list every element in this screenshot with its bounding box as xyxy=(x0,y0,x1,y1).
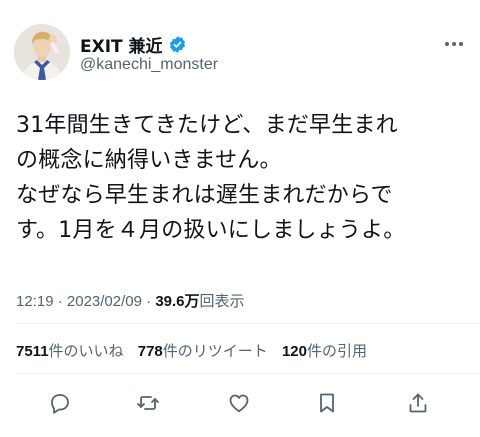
likes-stat[interactable]: 7511件のいいね xyxy=(16,343,124,360)
like-icon[interactable] xyxy=(226,390,252,416)
reply-icon[interactable] xyxy=(47,390,73,416)
tweet-time[interactable]: 12:19 xyxy=(16,293,54,310)
quotes-label: 件の引用 xyxy=(306,343,367,360)
share-icon[interactable] xyxy=(405,390,431,416)
tweet-card: EXIT 兼近 @kanechi_monster 31年間生きてきたけど、まだ早… xyxy=(0,0,480,437)
tweet-stats: 7511件のいいね 778件のリツイート 120件の引用 xyxy=(16,340,377,361)
avatar-image xyxy=(14,24,70,80)
action-bar xyxy=(0,386,480,422)
bookmark-icon[interactable] xyxy=(314,390,340,416)
tweet-date[interactable]: 2023/02/09 xyxy=(67,293,142,310)
retweets-stat[interactable]: 778件のリツイート xyxy=(138,343,268,360)
tweet-text-line: なぜなら早生まれは遅生まれだからで xyxy=(16,183,393,208)
author-name[interactable]: EXIT 兼近 xyxy=(80,32,163,57)
divider xyxy=(16,323,480,324)
author-handle[interactable]: @kanechi_monster xyxy=(80,56,218,74)
divider xyxy=(16,373,480,374)
retweets-count: 778 xyxy=(137,343,163,360)
meta-separator: · xyxy=(146,293,152,310)
author-name-row[interactable]: EXIT 兼近 xyxy=(80,32,187,57)
likes-label: 件のいいね xyxy=(48,343,124,360)
quotes-stat[interactable]: 120件の引用 xyxy=(282,343,367,360)
retweet-icon[interactable] xyxy=(135,390,161,416)
likes-count: 7511 xyxy=(16,343,49,360)
more-icon[interactable] xyxy=(442,32,466,57)
avatar[interactable] xyxy=(14,24,70,80)
tweet-text-line: 31年間生きてきたけど、まだ早生まれ xyxy=(16,113,398,138)
views-label: 回表示 xyxy=(199,293,245,310)
tweet-meta: 12:19 · 2023/02/09 · 39.6万回表示 xyxy=(16,290,245,311)
quotes-count: 120 xyxy=(281,343,307,360)
verified-badge-icon xyxy=(168,35,187,54)
tweet-text: 31年間生きてきたけど、まだ早生まれ の概念に納得いきません。 なぜなら早生まれ… xyxy=(16,108,468,248)
tweet-text-line: の概念に納得いきません。 xyxy=(16,148,282,173)
meta-separator: · xyxy=(57,293,63,310)
tweet-text-line: す。1月を４月の扱いにしましょうよ。 xyxy=(16,218,406,243)
views-count: 39.6万 xyxy=(155,293,200,310)
retweets-label: 件のリツイート xyxy=(162,343,268,360)
